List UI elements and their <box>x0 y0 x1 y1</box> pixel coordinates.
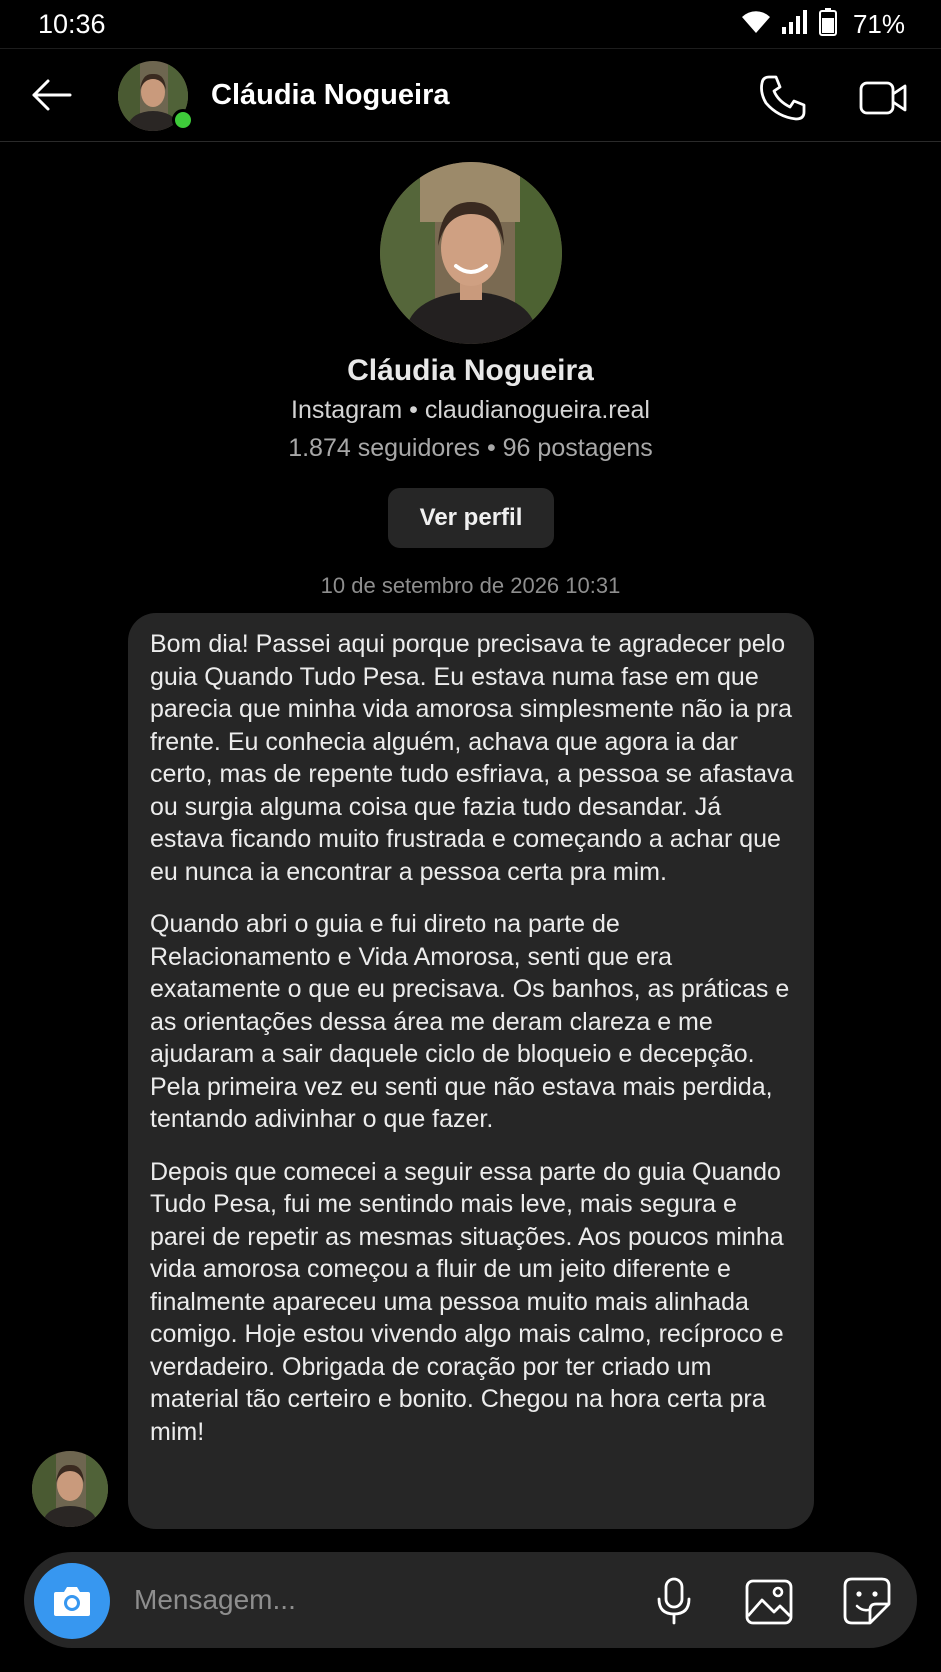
contact-name[interactable]: Cláudia Nogueira <box>211 79 450 112</box>
camera-icon <box>54 1587 90 1616</box>
sticker-button[interactable] <box>842 1576 892 1626</box>
chat-header: Cláudia Nogueira <box>0 48 941 142</box>
signal-icon <box>781 9 809 40</box>
gallery-icon <box>745 1579 793 1625</box>
camera-button[interactable] <box>34 1563 110 1639</box>
message-paragraph: Quando abri o guia e fui direto na parte… <box>150 910 790 1133</box>
battery-icon <box>818 8 837 41</box>
gallery-button[interactable] <box>744 1578 794 1626</box>
voice-call-button[interactable] <box>758 73 808 123</box>
message-paragraph: Bom dia! Passei aqui porque precisava te… <box>150 630 794 886</box>
message-paragraph: Depois que comecei a seguir essa parte d… <box>150 1157 784 1446</box>
video-call-button[interactable] <box>858 75 908 121</box>
message-composer <box>24 1552 917 1648</box>
status-time: 10:36 <box>38 9 106 39</box>
video-camera-icon <box>859 81 907 115</box>
status-icons: 71% <box>741 8 905 41</box>
microphone-icon <box>657 1577 691 1625</box>
online-status-indicator <box>172 109 194 131</box>
message-timestamp: 10 de setembro de 2026 10:31 <box>320 573 621 598</box>
phone-icon <box>760 75 806 121</box>
back-button[interactable] <box>28 71 76 119</box>
sender-avatar[interactable] <box>32 1451 108 1527</box>
message-input[interactable] <box>134 1576 554 1624</box>
wifi-icon <box>741 9 771 40</box>
profile-avatar[interactable] <box>380 162 562 344</box>
status-bar: 10:36 71% <box>0 0 941 48</box>
profile-name: Cláudia Nogueira <box>347 354 594 387</box>
battery-percentage: 71% <box>852 9 905 39</box>
back-arrow-icon <box>32 79 72 111</box>
voice-message-button[interactable] <box>652 1576 696 1626</box>
view-profile-button[interactable]: Ver perfil <box>388 488 554 548</box>
message-bubble[interactable]: Bom dia! Passei aqui porque precisava te… <box>128 613 814 1529</box>
profile-stats: 1.874 seguidores • 96 postagens <box>288 434 653 462</box>
profile-source: Instagram • claudianogueira.real <box>291 396 650 424</box>
sticker-icon <box>843 1577 891 1625</box>
